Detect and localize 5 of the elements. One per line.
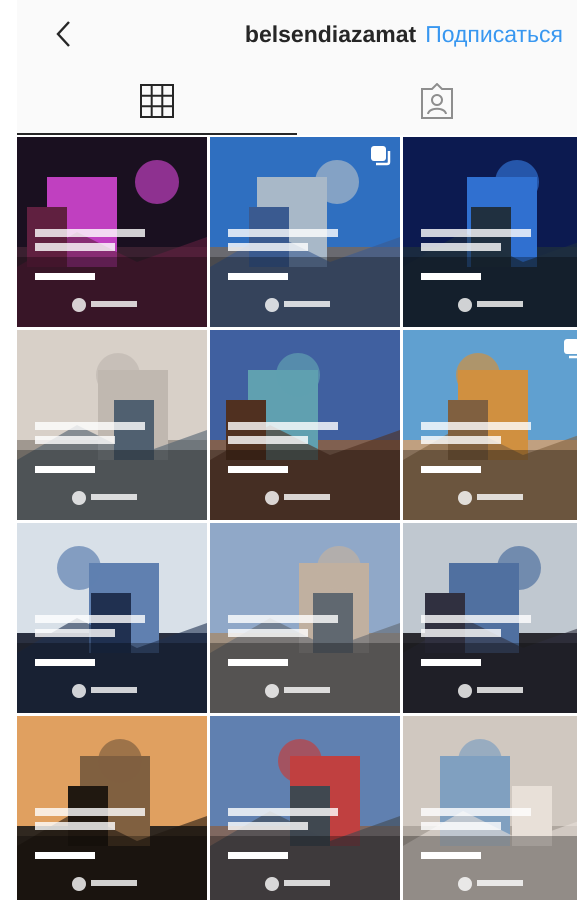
person-tag-icon bbox=[419, 82, 455, 118]
back-icon[interactable] bbox=[55, 20, 71, 48]
grid-icon bbox=[140, 84, 174, 118]
follow-button[interactable]: Подписаться bbox=[425, 20, 563, 48]
username: belsendiazamat bbox=[244, 20, 416, 48]
